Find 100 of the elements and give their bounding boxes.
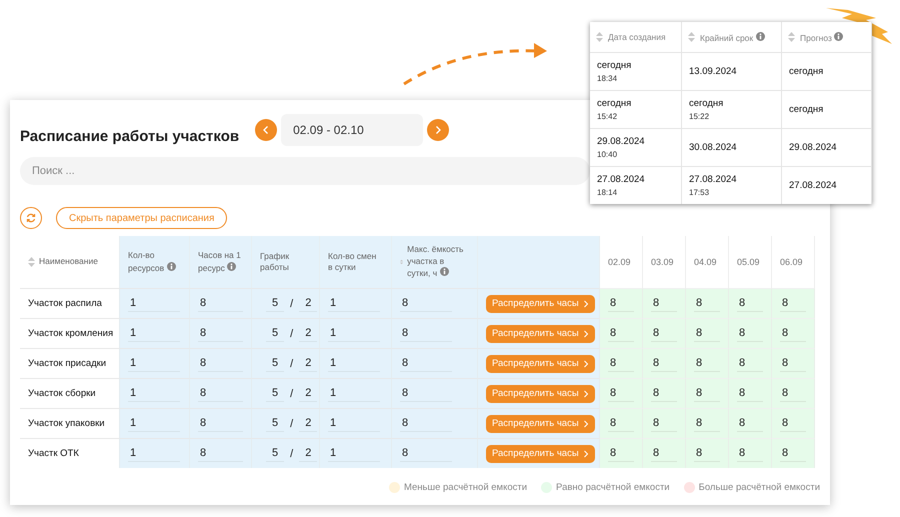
date-text: 29.08.2024 bbox=[789, 142, 838, 153]
hours-field[interactable]: 8 bbox=[737, 415, 763, 432]
work-days-field[interactable]: 5 bbox=[266, 385, 284, 402]
time-text: 18:34 bbox=[597, 74, 618, 83]
column-header[interactable]: Прогноз bbox=[782, 22, 872, 52]
date-text: сегодня bbox=[789, 66, 824, 77]
hours-field[interactable]: 8 bbox=[780, 295, 806, 312]
info-icon bbox=[834, 32, 844, 40]
rest-days-field[interactable]: 2 bbox=[299, 415, 318, 432]
rest-days-field[interactable]: 2 bbox=[299, 385, 318, 402]
chevron-right-icon bbox=[582, 300, 589, 308]
hours-field[interactable]: 8 bbox=[737, 385, 763, 402]
hours-field[interactable]: 8 bbox=[651, 415, 677, 432]
section-name: Участок распила bbox=[28, 298, 102, 309]
sort-icon[interactable] bbox=[596, 32, 603, 42]
date-text: сегодня bbox=[789, 104, 824, 115]
column-header: Кол-во ресурсов bbox=[120, 236, 190, 288]
column-header[interactable]: Макс. ёмкость участка в сутки, ч bbox=[392, 236, 478, 288]
work-days-field[interactable]: 5 bbox=[266, 445, 284, 462]
sort-icon[interactable] bbox=[788, 32, 795, 42]
hours-field[interactable]: 8 bbox=[608, 295, 634, 312]
hours-field[interactable]: 8 bbox=[694, 295, 720, 312]
legend-label: Меньше расчётной емкости bbox=[404, 482, 528, 493]
date-text: 30.08.2024 bbox=[689, 142, 738, 153]
hours-field[interactable]: 8 bbox=[694, 325, 720, 342]
date-text: сегодня bbox=[597, 60, 632, 71]
column-header[interactable]: Дата создания bbox=[590, 22, 682, 52]
rest-days-field[interactable]: 2 bbox=[299, 355, 318, 372]
sort-icon[interactable] bbox=[28, 257, 35, 267]
time-text: 10:40 bbox=[597, 150, 618, 159]
work-days-field[interactable]: 5 bbox=[266, 355, 284, 372]
info-icon bbox=[227, 262, 236, 270]
search-field[interactable]: Поиск ... bbox=[20, 157, 590, 185]
chevron-right-icon bbox=[582, 450, 589, 458]
date-text: 27.08.2024 bbox=[789, 180, 838, 191]
time-text: 18:14 bbox=[597, 188, 618, 197]
work-days-field[interactable]: 5 bbox=[266, 325, 284, 342]
time-text: 15:42 bbox=[597, 112, 618, 121]
hours-field[interactable]: 8 bbox=[780, 385, 806, 402]
hours-field[interactable]: 8 bbox=[651, 295, 677, 312]
date-text: 27.08.2024 bbox=[689, 174, 738, 185]
page-title: Расписание работы участков bbox=[20, 128, 240, 146]
chevron-right-icon bbox=[582, 390, 589, 398]
hours-field[interactable]: 8 bbox=[780, 415, 806, 432]
date-range-field[interactable]: 02.09 - 02.10 bbox=[281, 114, 424, 146]
chevron-right-icon bbox=[434, 125, 442, 135]
date-text: 13.09.2024 bbox=[689, 66, 738, 77]
slash: / bbox=[290, 388, 294, 400]
hours-field[interactable]: 8 bbox=[651, 325, 677, 342]
rest-days-field[interactable]: 2 bbox=[299, 295, 318, 312]
hours-field[interactable]: 8 bbox=[608, 325, 634, 342]
section-name: Участок кромления bbox=[28, 328, 114, 339]
date-text: сегодня bbox=[597, 98, 632, 109]
legend-label: Больше расчётной емкости bbox=[698, 482, 820, 493]
hours-field[interactable]: 8 bbox=[651, 385, 677, 402]
column-header[interactable]: Крайний срок bbox=[682, 22, 782, 52]
work-days-field[interactable]: 5 bbox=[266, 295, 284, 312]
hours-field[interactable]: 8 bbox=[694, 385, 720, 402]
date-text: сегодня bbox=[689, 98, 724, 109]
hours-field[interactable]: 8 bbox=[694, 445, 720, 462]
info-icon bbox=[440, 267, 448, 276]
refresh-icon bbox=[26, 213, 36, 223]
previous-button[interactable] bbox=[255, 119, 278, 141]
hours-field[interactable]: 8 bbox=[694, 415, 720, 432]
date-text: 29.08.2024 bbox=[597, 136, 646, 147]
hours-field[interactable]: 8 bbox=[608, 445, 634, 462]
info-icon bbox=[756, 32, 765, 40]
slash: / bbox=[290, 448, 294, 460]
time-text: 17:53 bbox=[689, 188, 710, 197]
hours-field[interactable]: 8 bbox=[737, 355, 763, 372]
hours-field[interactable]: 8 bbox=[737, 445, 763, 462]
column-header: График работы bbox=[252, 236, 320, 288]
hours-field[interactable]: 8 bbox=[651, 355, 677, 372]
section-name: Участк ОТК bbox=[28, 448, 79, 459]
hours-field[interactable]: 8 bbox=[780, 325, 806, 342]
hours-field[interactable]: 8 bbox=[780, 355, 806, 372]
chevron-right-icon bbox=[582, 330, 589, 338]
hours-field[interactable]: 8 bbox=[780, 445, 806, 462]
column-header: Часов на 1 ресурс bbox=[190, 236, 252, 288]
chevron-right-icon bbox=[582, 420, 589, 428]
hours-field[interactable]: 8 bbox=[651, 445, 677, 462]
chevron-right-icon bbox=[582, 360, 589, 368]
hours-field[interactable]: 8 bbox=[737, 295, 763, 312]
sort-icon[interactable] bbox=[688, 32, 695, 42]
legend-label: Равно расчётной емкости bbox=[556, 482, 670, 493]
next-button[interactable] bbox=[427, 119, 450, 141]
section-name: Участок присадки bbox=[28, 358, 106, 369]
info-icon bbox=[166, 262, 176, 270]
rest-days-field[interactable]: 2 bbox=[299, 325, 318, 342]
slash: / bbox=[290, 328, 294, 340]
hours-field[interactable]: 8 bbox=[608, 355, 634, 372]
work-days-field[interactable]: 5 bbox=[266, 415, 284, 432]
date-text: 27.08.2024 bbox=[597, 174, 646, 185]
hours-field[interactable]: 8 bbox=[608, 385, 634, 402]
section-name: Участок упаковки bbox=[28, 418, 105, 429]
refresh-button[interactable] bbox=[20, 207, 42, 229]
rest-days-field[interactable]: 2 bbox=[299, 445, 318, 462]
hours-field[interactable]: 8 bbox=[608, 415, 634, 432]
hours-field[interactable]: 8 bbox=[737, 325, 763, 342]
hours-field[interactable]: 8 bbox=[694, 355, 720, 372]
